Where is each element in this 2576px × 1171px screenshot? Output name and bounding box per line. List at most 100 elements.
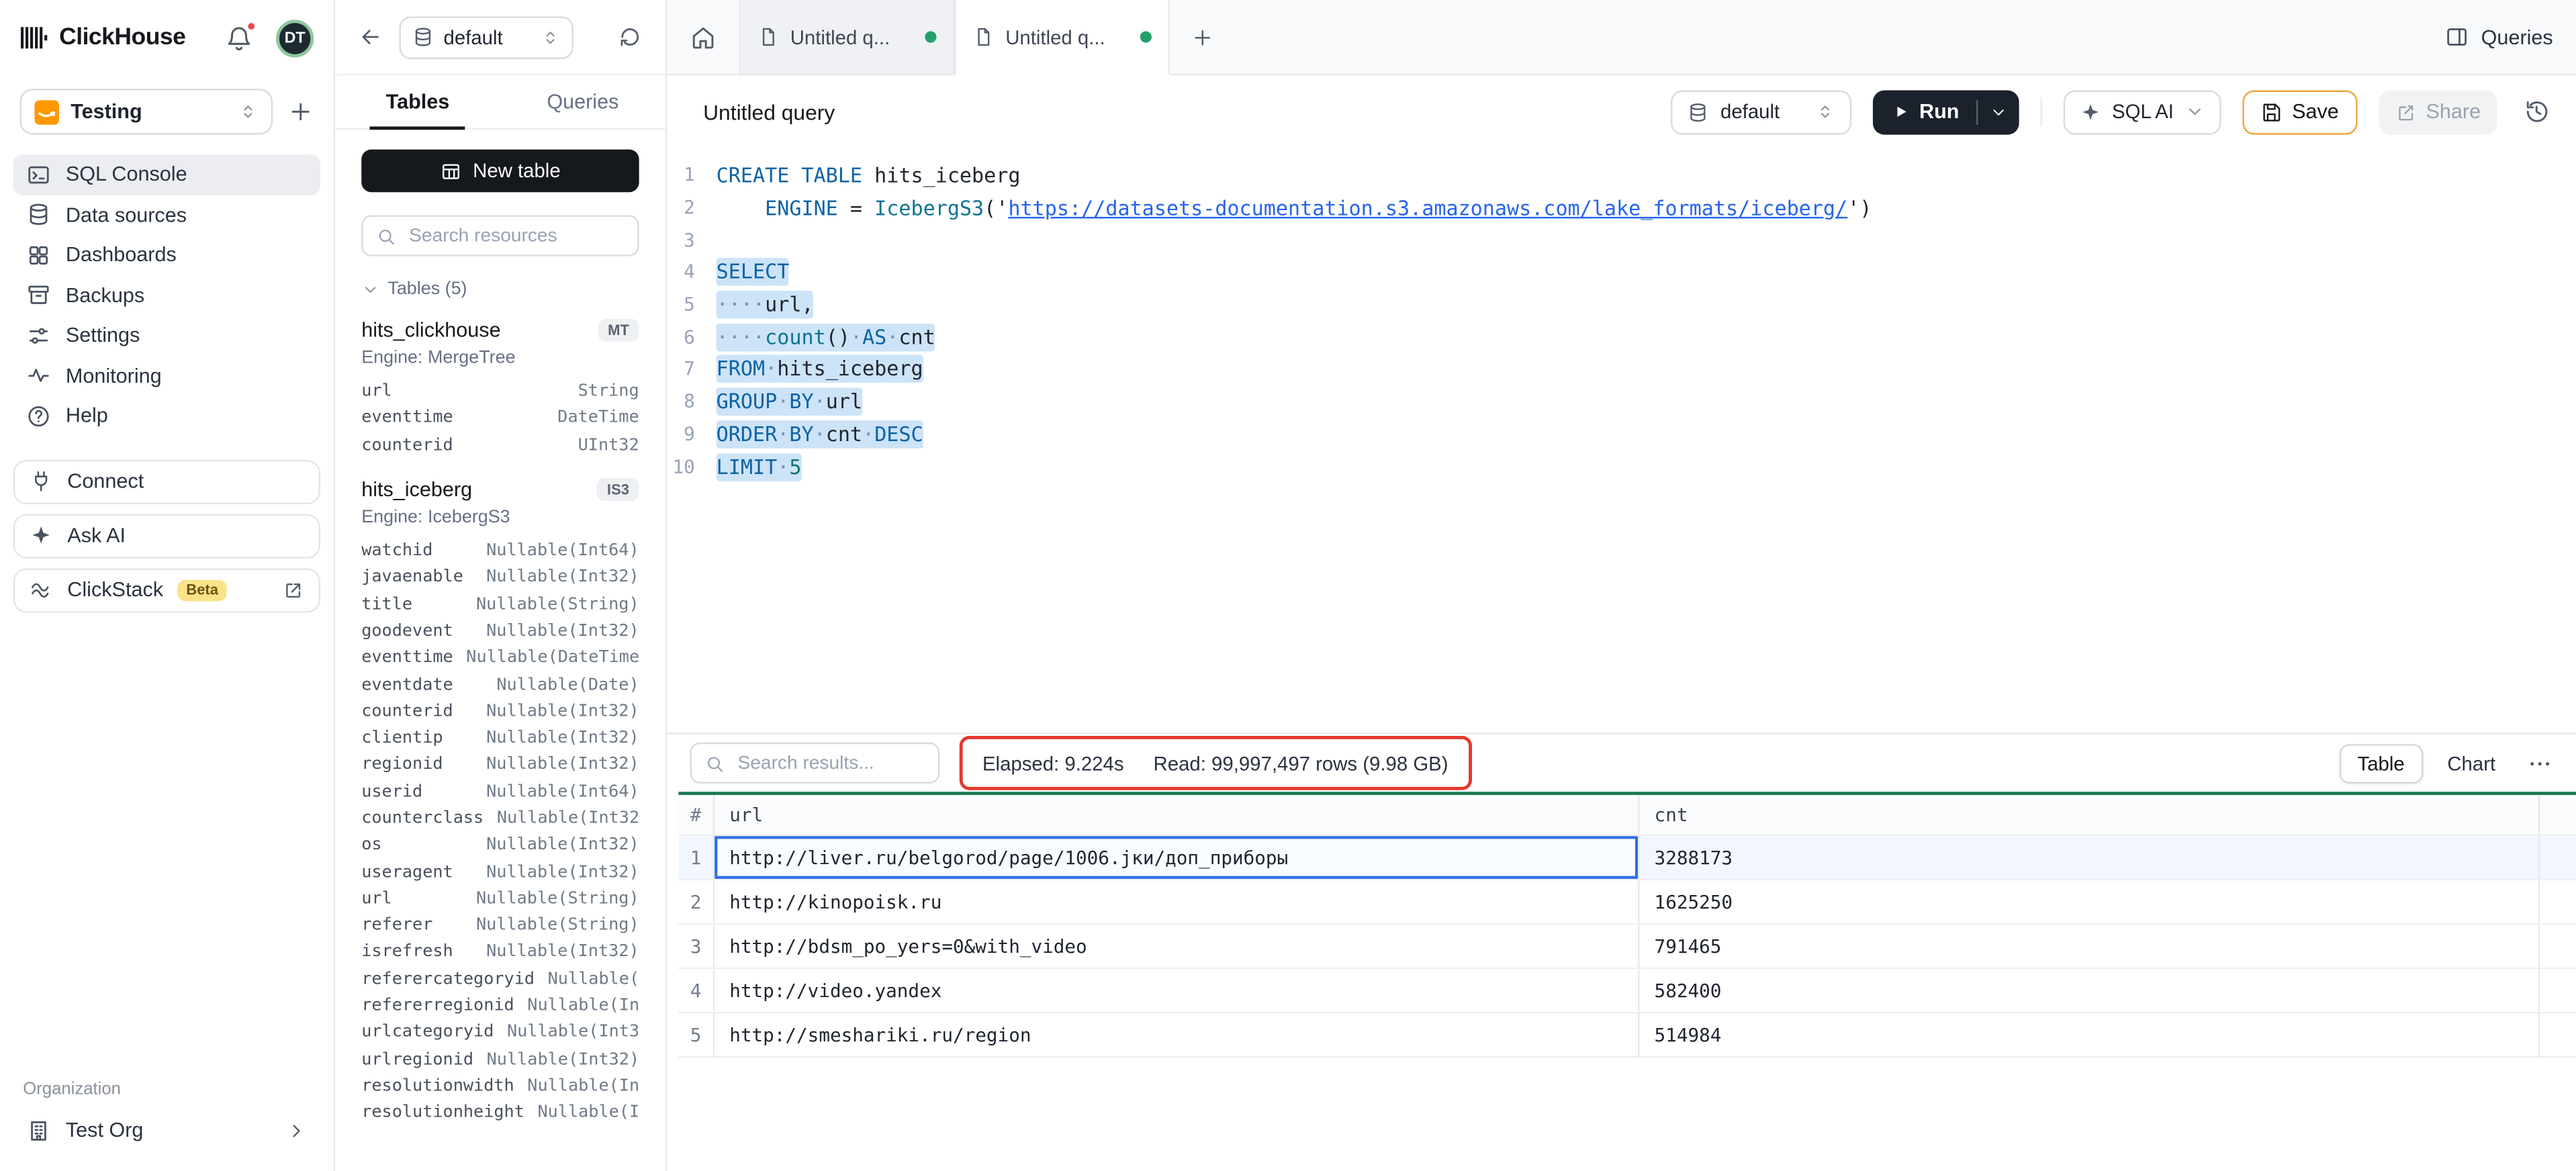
- run-button[interactable]: Run: [1874, 100, 1976, 123]
- table-row[interactable]: 5http://smeshariki.ru/region514984: [678, 1013, 2576, 1058]
- cell-cnt[interactable]: 514984: [1640, 1013, 2540, 1056]
- results-search-input[interactable]: [735, 751, 925, 774]
- table-row[interactable]: 2http://kinopoisk.ru1625250: [678, 880, 2576, 925]
- sidebar-item-connect[interactable]: Connect: [13, 459, 320, 504]
- document-icon: [757, 26, 779, 48]
- sidebar-item-help[interactable]: Help: [13, 396, 320, 436]
- editor-line[interactable]: 10LIMIT·5: [667, 451, 2576, 483]
- cell-cnt[interactable]: 3288173: [1640, 836, 2540, 879]
- resources-search-input[interactable]: [406, 224, 624, 247]
- sidebar-item-monitoring[interactable]: Monitoring: [13, 356, 320, 396]
- query-tab-2[interactable]: Untitled q...: [954, 0, 1169, 76]
- left-sidebar: ClickHouse DT Testing SQL Console Data so…: [0, 0, 335, 1171]
- tables-section-header[interactable]: Tables (5): [361, 279, 639, 299]
- editor-line[interactable]: 7FROM·hits_iceberg: [667, 353, 2576, 385]
- column-row: eventtimeDateTime: [361, 405, 639, 432]
- tab-queries[interactable]: Queries: [500, 76, 665, 128]
- editor-line[interactable]: 6····count()·AS·cnt: [667, 321, 2576, 353]
- cell-url[interactable]: http://liver.ru/belgorod/page/1006.jки/д…: [715, 836, 1639, 879]
- editor-line[interactable]: 4SELECT: [667, 256, 2576, 289]
- database-selector[interactable]: default: [399, 15, 573, 58]
- run-options-button[interactable]: [1977, 103, 2018, 121]
- queries-panel-button[interactable]: Queries: [2445, 0, 2553, 74]
- run-button-group: Run: [1874, 89, 2019, 134]
- grid-icon: [26, 242, 51, 267]
- avatar[interactable]: DT: [276, 19, 314, 56]
- cell-cnt[interactable]: 1625250: [1640, 880, 2540, 923]
- sliders-icon: [26, 323, 51, 348]
- query-tab-1[interactable]: Untitled q...: [739, 0, 954, 74]
- pulse-icon: [26, 363, 51, 388]
- sidebar-item-dashboards[interactable]: Dashboards: [13, 235, 320, 275]
- column-row: regionidNullable(Int32): [361, 751, 639, 778]
- column-row: resolutionwidthNullable(Int: [361, 1072, 639, 1099]
- cell-cnt[interactable]: 791465: [1640, 925, 2540, 968]
- history-button[interactable]: [2524, 99, 2550, 125]
- sidebar-item-label: Data sources: [66, 203, 187, 226]
- cell-index: 1: [678, 836, 715, 879]
- view-toggle-chart[interactable]: Chart: [2441, 751, 2502, 774]
- query-title[interactable]: Untitled query: [703, 99, 835, 124]
- sidebar-item-settings[interactable]: Settings: [13, 316, 320, 356]
- notifications-button[interactable]: [225, 24, 253, 52]
- table-name-row[interactable]: hits_clickhouse MT: [361, 319, 639, 342]
- cell-url[interactable]: http://bdsm_po_yers=0&with_video: [715, 925, 1639, 968]
- back-button[interactable]: [358, 25, 383, 50]
- query-database-name: default: [1720, 100, 1780, 123]
- query-database-selector[interactable]: default: [1671, 89, 1852, 134]
- sidebar-item-ask-ai[interactable]: Ask AI: [13, 514, 320, 558]
- sidebar-item-clickstack[interactable]: ClickStackBeta: [13, 567, 320, 612]
- table-entry-hits-clickhouse: hits_clickhouse MT Engine: MergeTree url…: [361, 319, 639, 459]
- column-row: useragentNullable(Int32): [361, 858, 639, 885]
- table-name-row[interactable]: hits_iceberg IS3: [361, 478, 639, 501]
- external-link-icon: [283, 579, 304, 600]
- save-button[interactable]: Save: [2243, 89, 2357, 134]
- cell-url[interactable]: http://video.yandex: [715, 969, 1639, 1012]
- column-row: eventtimeNullable(DateTime6: [361, 644, 639, 671]
- resources-search[interactable]: [361, 215, 639, 256]
- refresh-button[interactable]: [618, 25, 643, 50]
- cell-index: 2: [678, 880, 715, 923]
- new-tab-button[interactable]: [1170, 0, 1236, 74]
- clickhouse-logo-icon: [19, 25, 48, 51]
- column-row: watchidNullable(Int64): [361, 537, 639, 564]
- cell-url[interactable]: http://smeshariki.ru/region: [715, 1013, 1639, 1056]
- sidebar-item-sql-console[interactable]: SQL Console: [13, 154, 320, 195]
- home-button[interactable]: [667, 0, 739, 74]
- archive-icon: [26, 283, 51, 308]
- new-table-button[interactable]: New table: [361, 150, 639, 193]
- share-label: Share: [2426, 100, 2481, 123]
- cell-cnt[interactable]: 582400: [1640, 969, 2540, 1012]
- results-search[interactable]: [690, 743, 940, 784]
- read-stat: Read: 99,997,497 rows (9.98 GB): [1154, 751, 1448, 774]
- editor-line[interactable]: 5····url,: [667, 289, 2576, 321]
- home-icon: [690, 24, 717, 50]
- editor-line[interactable]: 9ORDER·BY·cnt·DESC: [667, 418, 2576, 451]
- header-cnt[interactable]: cnt: [1640, 795, 2540, 835]
- header-index[interactable]: #: [678, 795, 715, 835]
- more-options-button[interactable]: [2527, 750, 2553, 776]
- header-url[interactable]: url: [715, 795, 1639, 835]
- sidebar-item-data-sources[interactable]: Data sources: [13, 195, 320, 235]
- editor-line[interactable]: 2 ENGINE = IcebergS3('https://datasets-d…: [667, 191, 2576, 224]
- editor-line[interactable]: 8GROUP·BY·url: [667, 385, 2576, 418]
- sidebar-item-backups[interactable]: Backups: [13, 275, 320, 316]
- sql-ai-button[interactable]: SQL AI: [2063, 89, 2221, 134]
- table-row[interactable]: 3http://bdsm_po_yers=0&with_video791465: [678, 925, 2576, 969]
- tables-section-label: Tables (5): [387, 279, 467, 299]
- tab-tables[interactable]: Tables: [335, 76, 500, 128]
- column-row: urlNullable(String): [361, 885, 639, 912]
- view-toggle-table[interactable]: Table: [2340, 743, 2423, 783]
- organization-selector[interactable]: Test Org: [13, 1109, 320, 1152]
- add-workspace-button[interactable]: [287, 99, 314, 125]
- editor-line[interactable]: 3: [667, 224, 2576, 256]
- cell-url[interactable]: http://kinopoisk.ru: [715, 880, 1639, 923]
- sql-editor[interactable]: 1CREATE TABLE hits_iceberg2 ENGINE = Ice…: [667, 148, 2576, 733]
- column-row: osNullable(Int32): [361, 831, 639, 858]
- table-row[interactable]: 4http://video.yandex582400: [678, 969, 2576, 1013]
- workspace-selector[interactable]: Testing: [19, 89, 273, 135]
- table-row[interactable]: 1http://liver.ru/belgorod/page/1006.jки/…: [678, 836, 2576, 880]
- editor-line[interactable]: 1CREATE TABLE hits_iceberg: [667, 159, 2576, 191]
- share-button[interactable]: Share: [2379, 89, 2497, 134]
- clickhouse-logo[interactable]: ClickHouse: [19, 25, 185, 51]
